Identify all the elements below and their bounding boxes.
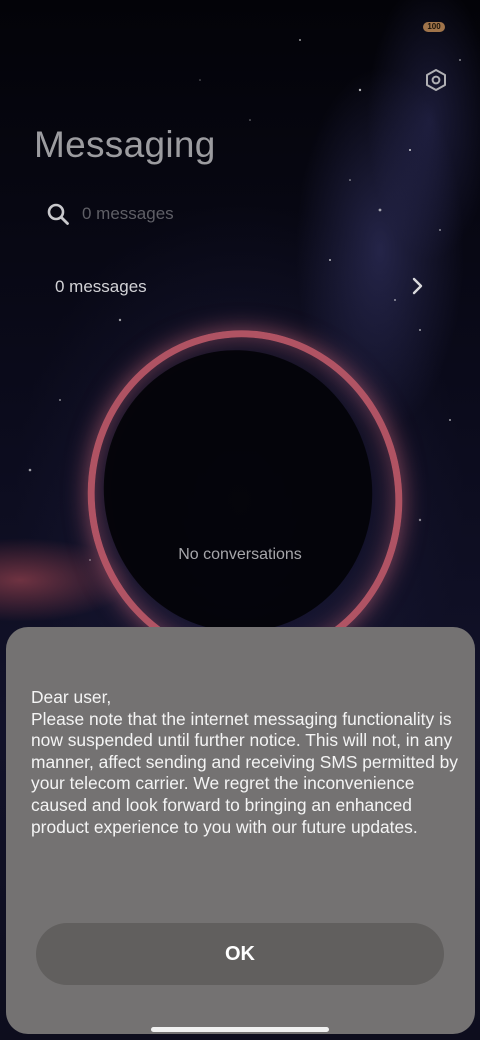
- messages-count-label: 0 messages: [55, 277, 147, 296]
- search-icon: [47, 203, 69, 225]
- settings-icon[interactable]: [424, 68, 448, 92]
- battery-indicator: 100: [423, 22, 445, 32]
- search-bar[interactable]: [46, 198, 426, 230]
- page-title: Messaging: [34, 124, 216, 165]
- dialog-message: Dear user, Please note that the internet…: [31, 687, 458, 837]
- ok-button[interactable]: OK: [36, 923, 444, 985]
- empty-state-text: No conversations: [178, 546, 302, 563]
- notice-dialog: Dear user, Please note that the internet…: [6, 627, 475, 1034]
- chevron-right-icon: [412, 277, 423, 295]
- home-indicator[interactable]: [151, 1027, 329, 1032]
- search-input[interactable]: [82, 204, 382, 224]
- messages-row[interactable]: 0 messages: [0, 266, 480, 308]
